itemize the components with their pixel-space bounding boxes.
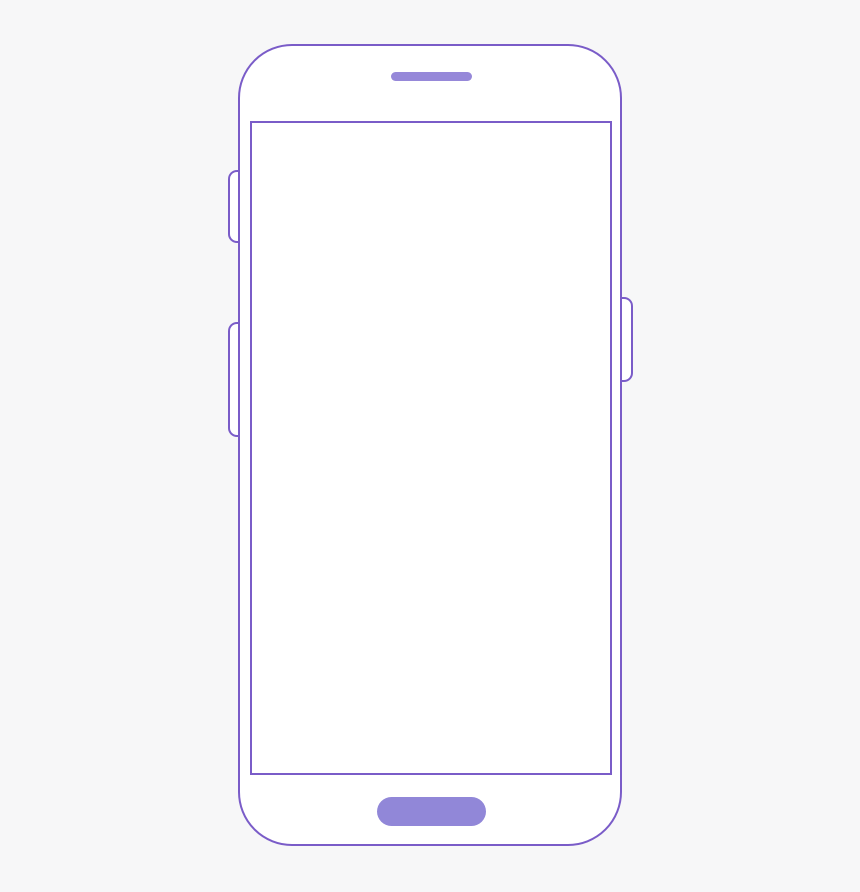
home-button-icon	[377, 797, 486, 826]
speaker-grille-icon	[391, 72, 472, 81]
phone-screen	[250, 121, 612, 775]
phone-illustration	[0, 0, 860, 892]
